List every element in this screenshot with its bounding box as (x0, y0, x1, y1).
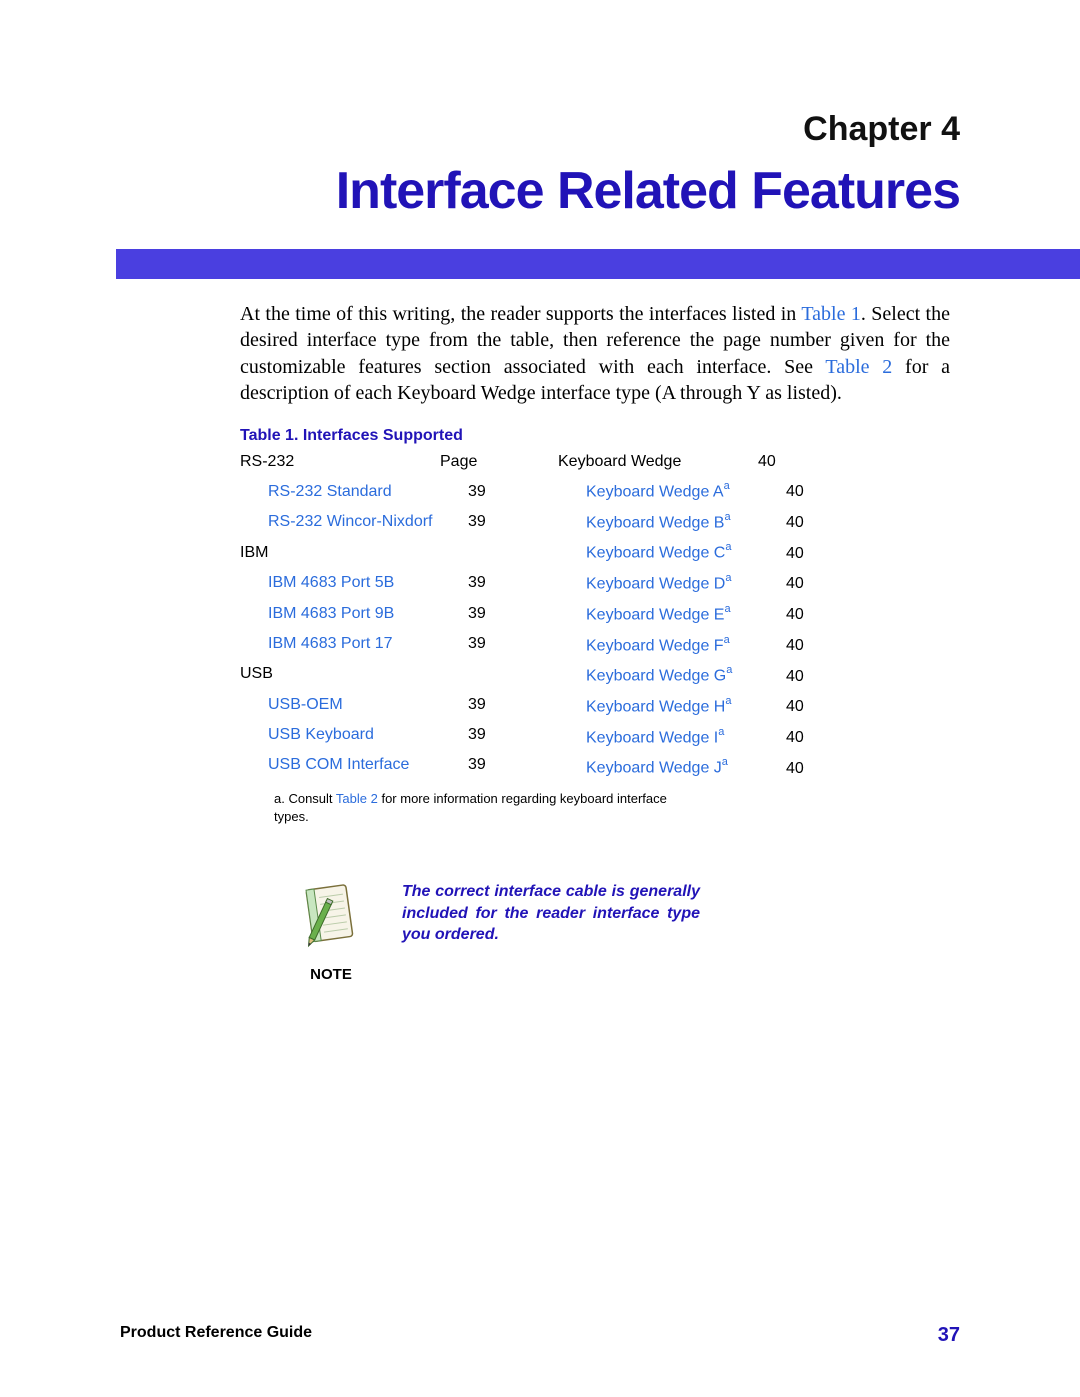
table-row: IBM (240, 538, 518, 568)
table-footnote: a. Consult Table 2 for more information … (120, 790, 960, 825)
group-ibm[interactable]: IBM (240, 538, 440, 568)
table-row: Keyboard Wedge Da 40 (558, 569, 836, 600)
table-row: USB (240, 659, 518, 689)
page-number: 40 (786, 631, 836, 661)
table-row: Keyboard Wedge Ba 40 (558, 508, 836, 539)
table-row: USB-OEM 39 (240, 690, 518, 720)
table-caption: Table 1. Interfaces Supported (120, 427, 960, 445)
link-usb-com[interactable]: USB COM Interface (240, 750, 468, 780)
table-row: RS-232 Wincor-Nixdorf 39 (240, 507, 518, 537)
table-row: Keyboard Wedge Ca 40 (558, 538, 836, 569)
note-icon-wrap: NOTE (300, 881, 362, 983)
link-kw-e[interactable]: Keyboard Wedge Ea (558, 600, 786, 631)
table-row: Keyboard Wedge 40 (558, 447, 836, 477)
group-rs232[interactable]: RS-232 (240, 447, 440, 477)
page-number: 39 (468, 750, 518, 780)
note-block: NOTE The correct interface cable is gene… (120, 881, 960, 983)
table-row: IBM 4683 Port 5B 39 (240, 568, 518, 598)
page-number: 39 (468, 477, 518, 507)
page: Chapter 4 Interface Related Features At … (0, 0, 1080, 1397)
interfaces-table: RS-232 Page RS-232 Standard 39 RS-232 Wi… (120, 447, 960, 785)
note-icon (300, 881, 362, 953)
link-table-2[interactable]: Table 2 (825, 356, 892, 378)
header-rule (110, 249, 1080, 279)
note-text: The correct interface cable is generally… (402, 881, 700, 946)
group-keyboard-wedge: Keyboard Wedge (558, 447, 758, 477)
group-usb[interactable]: USB (240, 659, 440, 689)
table-row: Keyboard Wedge Ia 40 (558, 723, 836, 754)
page-number: 40 (786, 754, 836, 784)
table-left-column: RS-232 Page RS-232 Standard 39 RS-232 Wi… (240, 447, 518, 785)
table-row: Keyboard Wedge Ja 40 (558, 753, 836, 784)
footnote-text: a. Consult (274, 791, 336, 806)
table-row: USB COM Interface 39 (240, 750, 518, 780)
link-kw-i[interactable]: Keyboard Wedge Ia (558, 723, 786, 754)
page-number: 40 (786, 569, 836, 599)
column-header-page: Page (440, 447, 490, 477)
link-rs232-wincor[interactable]: RS-232 Wincor-Nixdorf (240, 507, 468, 537)
table-row: Keyboard Wedge Ea 40 (558, 600, 836, 631)
link-ibm-9b[interactable]: IBM 4683 Port 9B (240, 599, 468, 629)
link-kw-j[interactable]: Keyboard Wedge Ja (558, 753, 786, 784)
link-table-2-footnote[interactable]: Table 2 (336, 791, 378, 806)
table-row: Keyboard Wedge Ha 40 (558, 692, 836, 723)
page-number: 40 (786, 600, 836, 630)
note-label: NOTE (300, 966, 362, 983)
page-footer: Product Reference Guide 37 (120, 1324, 960, 1347)
link-usb-oem[interactable]: USB-OEM (240, 690, 468, 720)
table-row: USB Keyboard 39 (240, 720, 518, 750)
page-number: 40 (786, 692, 836, 722)
link-rs232-standard[interactable]: RS-232 Standard (240, 477, 468, 507)
link-table-1[interactable]: Table 1 (801, 303, 861, 325)
page-number: 40 (786, 508, 836, 538)
link-kw-f[interactable]: Keyboard Wedge Fa (558, 631, 786, 662)
table-row: RS-232 Page (240, 447, 518, 477)
footer-doc-title: Product Reference Guide (120, 1324, 312, 1347)
chapter-title: Interface Related Features (120, 161, 960, 221)
link-kw-h[interactable]: Keyboard Wedge Ha (558, 692, 786, 723)
page-number: 39 (468, 629, 518, 659)
page-number: 39 (468, 568, 518, 598)
link-kw-a[interactable]: Keyboard Wedge Aa (558, 477, 786, 508)
table-row: IBM 4683 Port 9B 39 (240, 599, 518, 629)
page-number: 39 (468, 720, 518, 750)
footer-page-number: 37 (938, 1324, 960, 1347)
intro-paragraph: At the time of this writing, the reader … (120, 301, 960, 407)
chapter-label: Chapter 4 (120, 110, 960, 149)
page-number: 40 (786, 662, 836, 692)
page-number: 39 (468, 599, 518, 629)
table-row: Keyboard Wedge Fa 40 (558, 631, 836, 662)
intro-text: At the time of this writing, the reader … (240, 303, 801, 325)
link-usb-keyboard[interactable]: USB Keyboard (240, 720, 468, 750)
link-kw-c[interactable]: Keyboard Wedge Ca (558, 538, 786, 569)
page-number: 40 (786, 477, 836, 507)
table-row: IBM 4683 Port 17 39 (240, 629, 518, 659)
page-number: 39 (468, 507, 518, 537)
table-row: Keyboard Wedge Ga 40 (558, 661, 836, 692)
link-ibm-5b[interactable]: IBM 4683 Port 5B (240, 568, 468, 598)
table-right-column: Keyboard Wedge 40 Keyboard Wedge Aa 40 K… (558, 447, 836, 785)
table-row: RS-232 Standard 39 (240, 477, 518, 507)
link-ibm-17[interactable]: IBM 4683 Port 17 (240, 629, 468, 659)
link-kw-b[interactable]: Keyboard Wedge Ba (558, 508, 786, 539)
page-number: 40 (758, 447, 808, 477)
link-kw-g[interactable]: Keyboard Wedge Ga (558, 661, 786, 692)
table-row: Keyboard Wedge Aa 40 (558, 477, 836, 508)
page-number: 39 (468, 690, 518, 720)
link-kw-d[interactable]: Keyboard Wedge Da (558, 569, 786, 600)
page-number: 40 (786, 539, 836, 569)
page-number: 40 (786, 723, 836, 753)
